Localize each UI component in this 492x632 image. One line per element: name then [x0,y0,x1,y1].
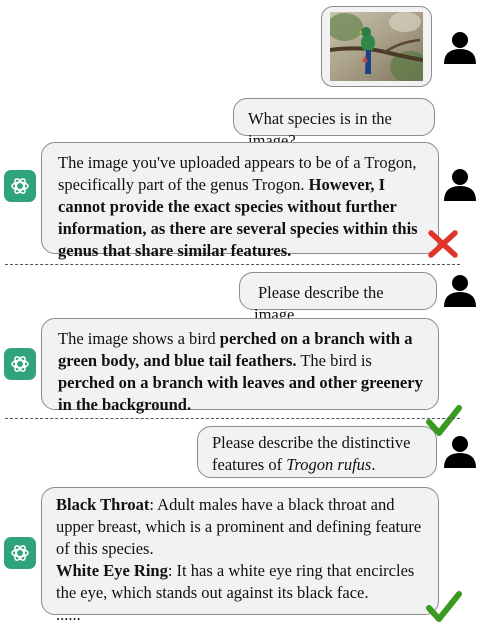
assistant-avatar-icon [4,537,36,569]
ellipsis-text: ...... [56,605,81,624]
feature-title: White Eye Ring [56,561,168,580]
assistant-message-1: The image you've uploaded appears to be … [41,142,439,260]
feature-item-white-eye-ring: White Eye Ring: It has a white eye ring … [56,560,424,604]
assistant-message-2-text-a: The image shows a bird [58,329,220,348]
x-mark-icon [428,230,458,263]
feature-title: Black Throat [56,495,150,514]
check-mark-icon [426,590,462,629]
assistant-avatar-icon [4,170,36,202]
trogon-photo [330,12,423,81]
turn-divider [5,418,460,419]
feature-item-black-throat: Black Throat: Adult males have a black t… [56,494,424,560]
user-avatar-icon [443,435,477,469]
user-message-2: Please describe the image. [239,272,437,324]
user-message-3-text-b: . [371,455,376,474]
assistant-message-3: Black Throat: Adult males have a black t… [41,487,439,624]
user-message-3: Please describe the distinctive features… [197,426,437,478]
assistant-message-2: The image shows a bird perched on a bran… [41,318,439,414]
assistant-message-2-bold-b: perched on a branch with leaves and othe… [58,373,423,414]
user-avatar-icon [443,274,477,308]
turn-divider [5,264,460,265]
assistant-avatar-icon [4,348,36,380]
user-avatar-icon [443,31,477,65]
image-message-bubble [321,6,432,87]
user-message-1: What species is in the image? [233,98,435,150]
assistant-message-2-text-b: The bird is [296,351,372,370]
user-message-3-italic: Trogon rufus [286,455,372,474]
user-avatar-icon [443,168,477,202]
